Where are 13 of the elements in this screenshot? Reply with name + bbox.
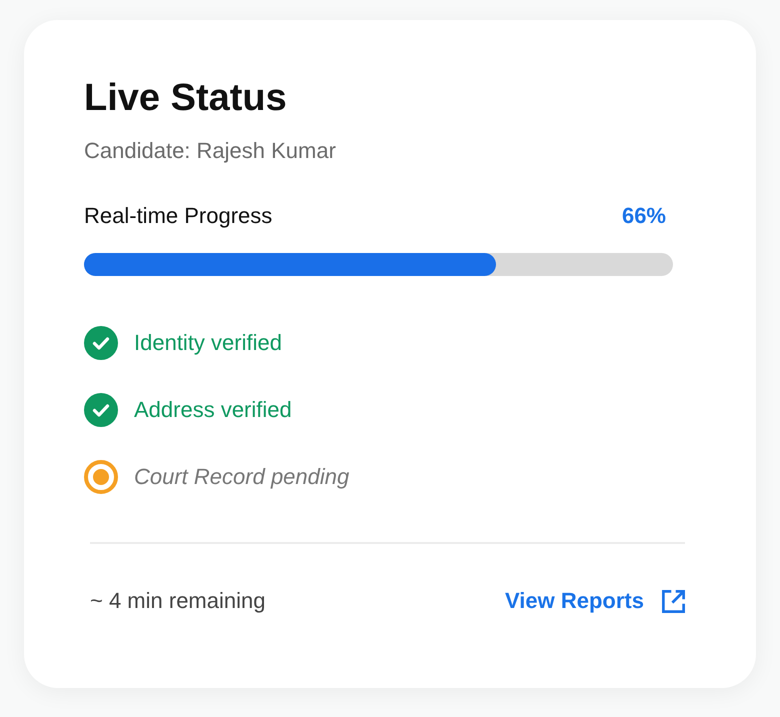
check-label: Address verified: [134, 396, 292, 424]
check-label: Court Record pending: [134, 463, 350, 491]
external-link-icon: [660, 588, 687, 614]
check-circle-icon: [84, 393, 118, 427]
pending-ring-icon: [84, 460, 118, 494]
progress-percent: 66%: [622, 202, 666, 230]
card-title: Live Status: [84, 76, 287, 120]
time-remaining: ~ 4 min remaining: [90, 587, 266, 615]
candidate-name: Candidate: Rajesh Kumar: [84, 137, 336, 165]
check-circle-icon: [84, 326, 118, 360]
check-label: Identity verified: [134, 329, 282, 357]
view-reports-link[interactable]: View Reports: [505, 586, 687, 616]
progress-label: Real-time Progress: [84, 202, 272, 230]
